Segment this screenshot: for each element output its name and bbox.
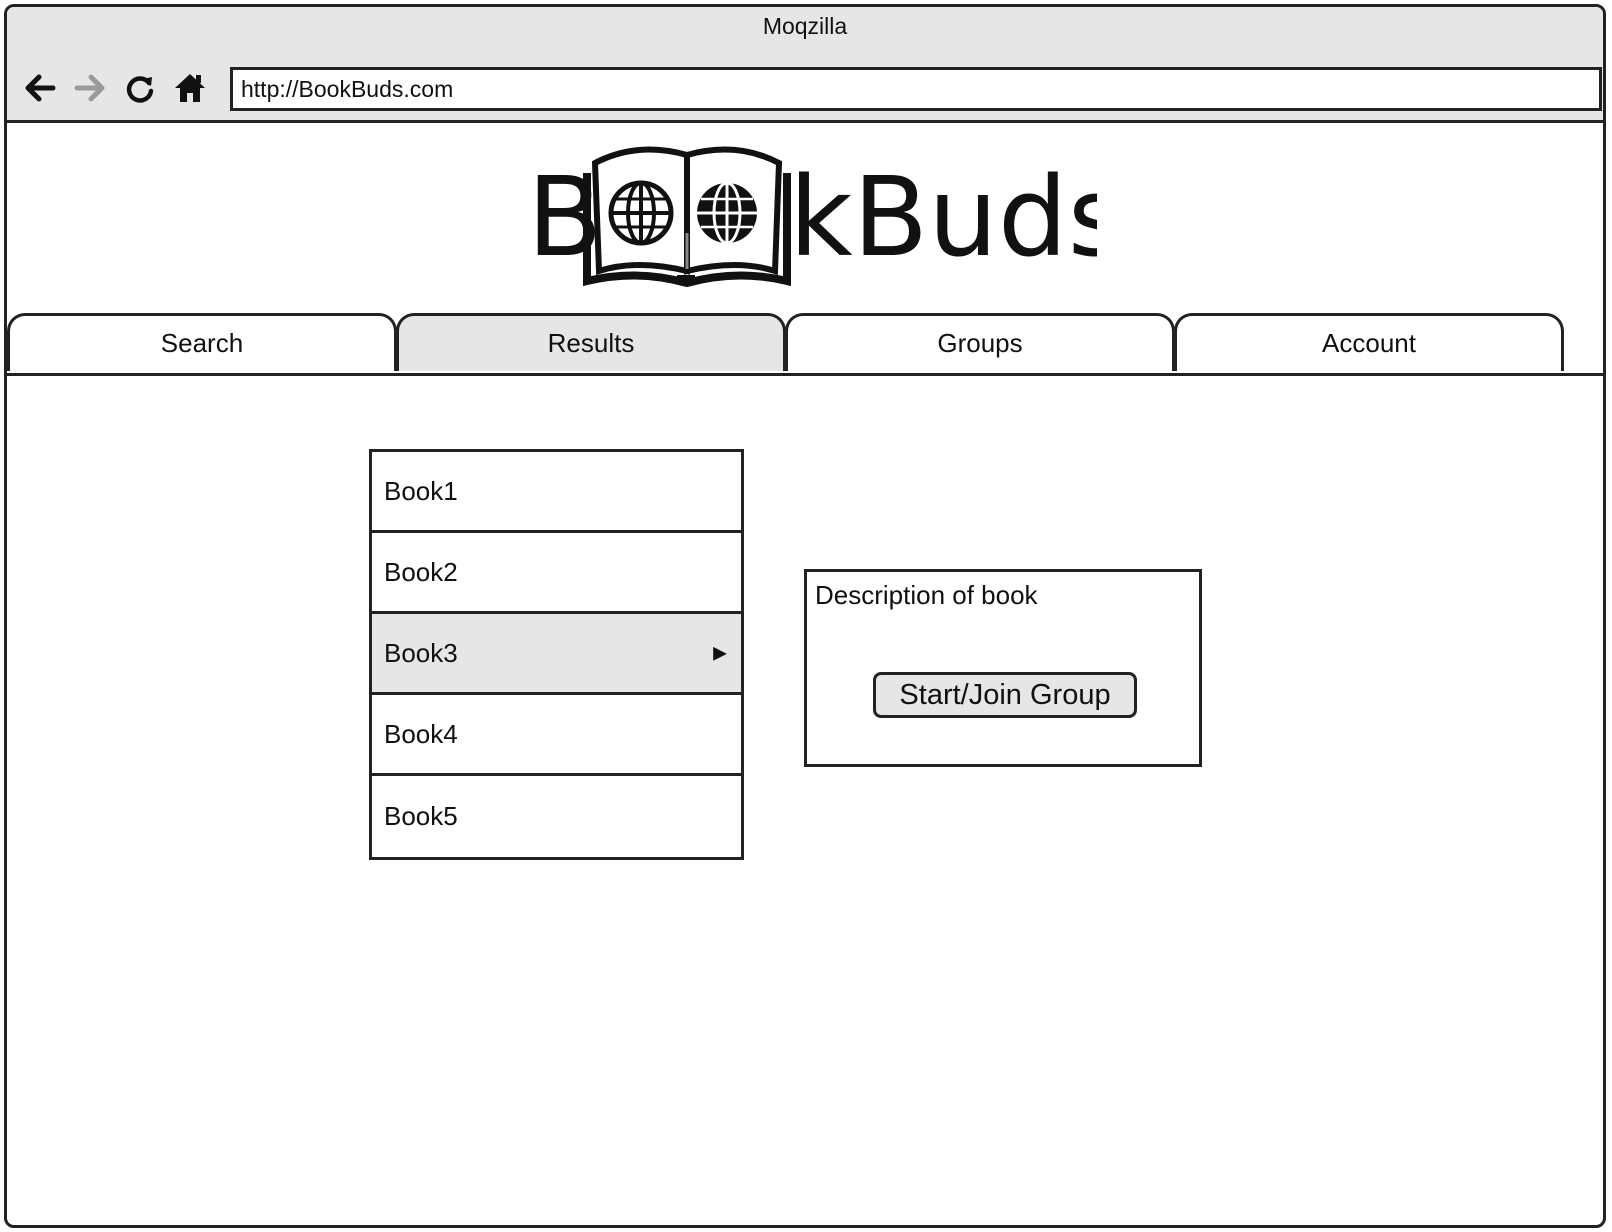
bookbuds-logo: B kBuds xyxy=(527,143,1125,293)
book-title: Book4 xyxy=(384,718,458,749)
open-book-with-globes-icon xyxy=(583,146,791,288)
book-title: Book5 xyxy=(384,801,458,831)
home-icon xyxy=(175,74,205,102)
forward-button[interactable] xyxy=(69,67,111,109)
reload-icon xyxy=(126,76,154,103)
tab-search[interactable]: Search xyxy=(7,313,397,371)
book-title: Book2 xyxy=(384,556,458,587)
tab-groups[interactable]: Groups xyxy=(785,313,1175,371)
address-bar[interactable]: http://BookBuds.com xyxy=(230,67,1602,111)
list-item-book5[interactable]: Book5 xyxy=(372,776,741,857)
tab-results[interactable]: Results xyxy=(396,313,786,371)
tab-groups-label: Groups xyxy=(937,328,1023,358)
start-join-group-button[interactable]: Start/Join Group xyxy=(873,672,1137,718)
reload-button[interactable] xyxy=(119,67,161,109)
tab-bar-divider xyxy=(7,373,1603,376)
browser-window: Moqzilla http://BookBuds.com kBuds Searc… xyxy=(4,4,1606,1228)
window-title: Moqzilla xyxy=(762,13,848,39)
description-label: Description of book xyxy=(815,580,1038,610)
play-arrow-icon: ▶ xyxy=(713,642,727,663)
tab-account-label: Account xyxy=(1322,328,1416,358)
back-button[interactable] xyxy=(19,67,61,109)
tab-search-label: Search xyxy=(160,328,244,358)
list-item-book4[interactable]: Book4 xyxy=(372,695,741,776)
browser-chrome: Moqzilla http://BookBuds.com xyxy=(7,7,1603,123)
arrow-left-icon xyxy=(25,74,56,102)
book-title: Book3 xyxy=(384,637,458,668)
list-item-book3[interactable]: Book3 ▶ xyxy=(372,614,741,695)
book-title: Book1 xyxy=(384,475,458,506)
home-button[interactable] xyxy=(169,67,211,109)
book-results-list: Book1 Book2 Book3 ▶ Book4 Book5 xyxy=(369,449,744,860)
tab-results-label: Results xyxy=(547,328,635,358)
list-item-book1[interactable]: Book1 xyxy=(372,452,741,533)
list-item-book2[interactable]: Book2 xyxy=(372,533,741,614)
tab-account[interactable]: Account xyxy=(1174,313,1564,371)
logo-text-suffix: kBuds xyxy=(789,153,1097,281)
tab-bar: Search Results Groups Account xyxy=(7,313,1603,375)
book-description-panel: Description of book Start/Join Group xyxy=(804,569,1202,767)
arrow-right-icon xyxy=(74,74,105,102)
